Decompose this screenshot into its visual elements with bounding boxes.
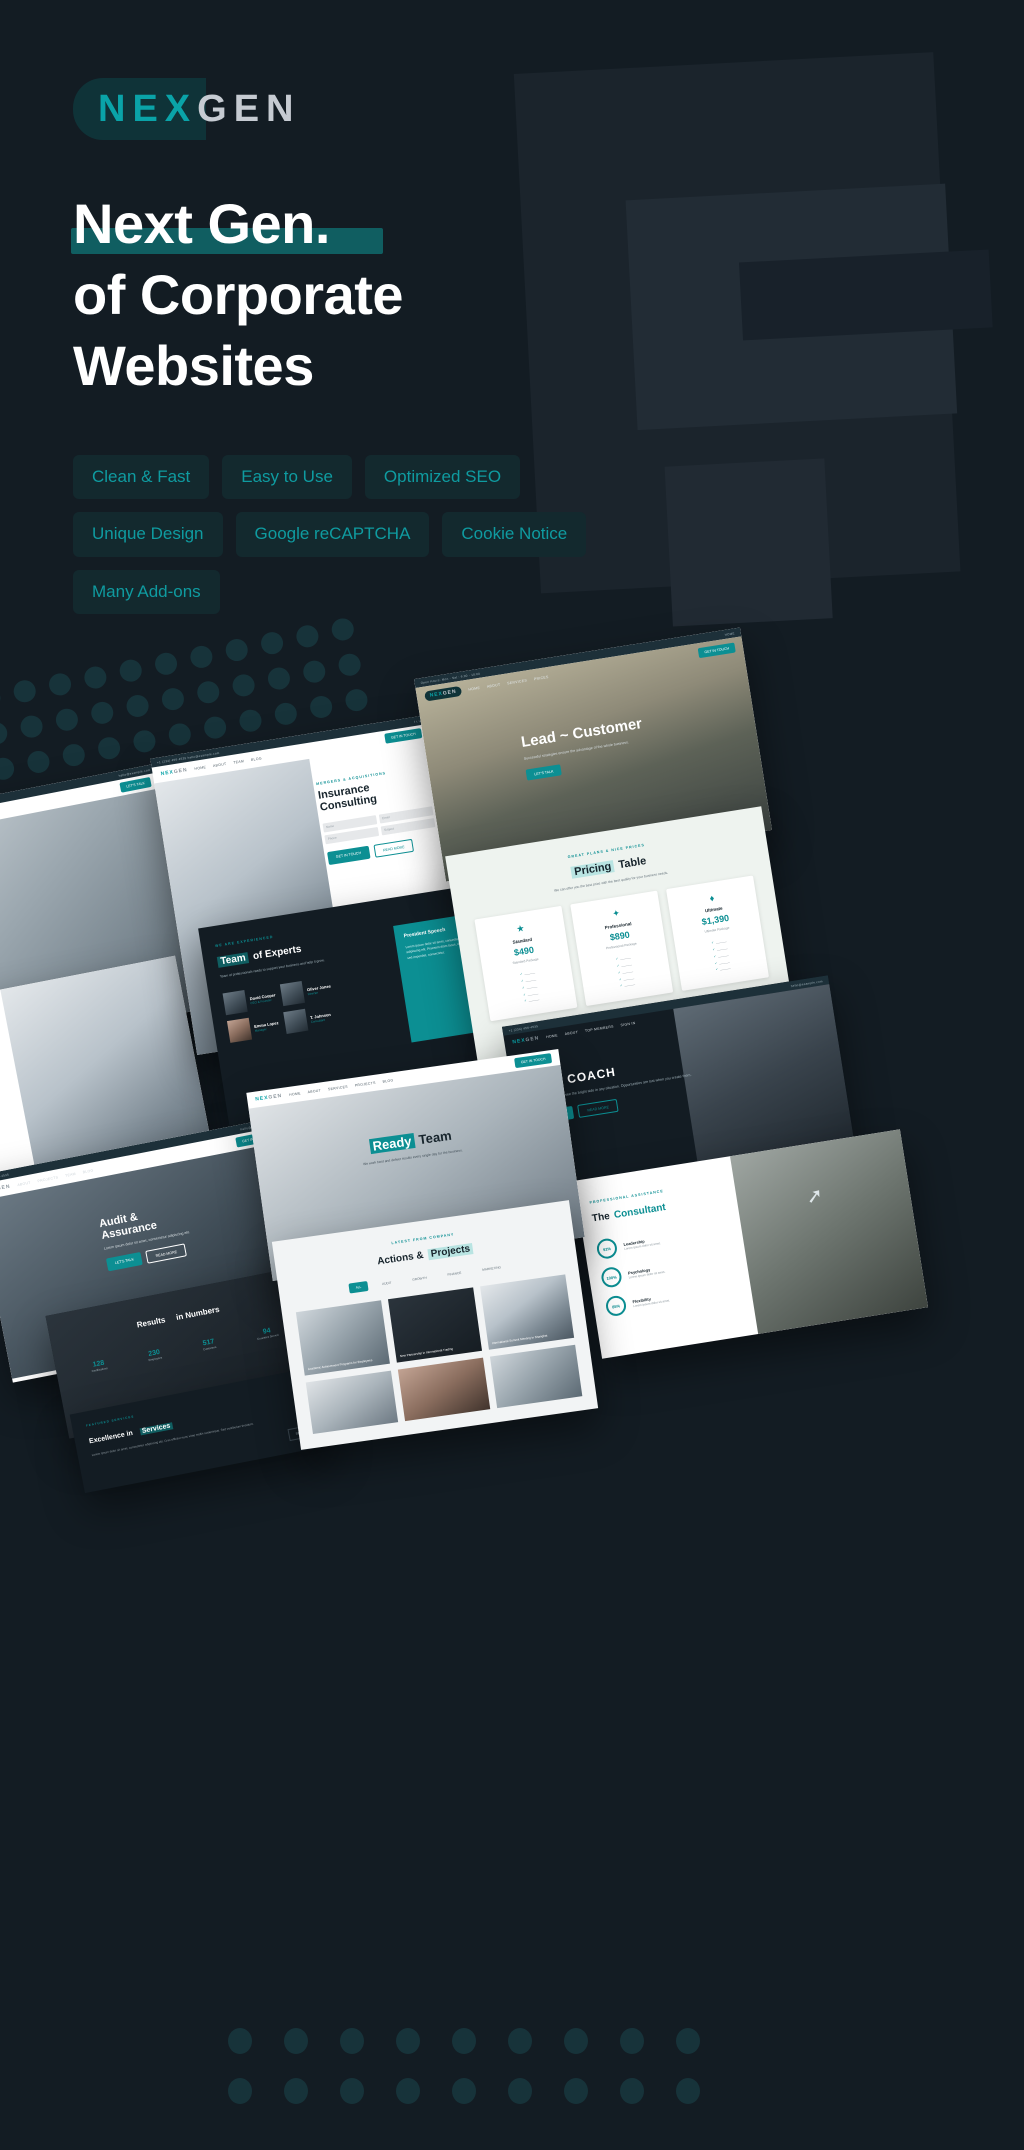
consultant-title-b: Consultant <box>613 1201 667 1221</box>
page-title: Next Gen. of Corporate Websites <box>71 188 633 401</box>
project-card[interactable] <box>489 1344 583 1409</box>
member-card[interactable]: Emma Lopez Manager <box>227 1014 280 1044</box>
consultant-photo: ➚ <box>730 1129 929 1334</box>
project-card[interactable] <box>305 1370 399 1435</box>
results-title-a: Results <box>136 1315 167 1330</box>
skill-ring: 85% <box>604 1294 628 1318</box>
member-card[interactable]: T. Johnson Consultant <box>282 1005 333 1035</box>
experts-title-a: Team <box>216 952 250 968</box>
member-card[interactable]: David Cooper CEO & Founder <box>222 986 278 1016</box>
pricing-plan-standard[interactable]: ★ Standard $490 Standard Package ✓ _____… <box>474 906 578 1022</box>
headline-text-2: of Corporate <box>73 263 404 326</box>
insurance-submit-button[interactable]: GET IN TOUCH <box>327 845 371 866</box>
project-caption: New Partnership in International Trading <box>399 1346 454 1358</box>
project-card[interactable] <box>397 1357 491 1422</box>
mockup-collage: +1 (234) 456-4535hello@example.com NEXGE… <box>0 627 1024 1520</box>
ready-team-title-b: Team <box>417 1127 453 1148</box>
feature-pill-optimized-seo[interactable]: Optimized SEO <box>364 455 521 500</box>
feature-pill-google-recaptcha[interactable]: Google reCAPTCHA <box>235 512 430 557</box>
member-card[interactable]: Oliver Jones Director <box>279 977 333 1007</box>
nav-cta-button[interactable]: GET IN TOUCH <box>697 642 736 659</box>
ready-team-title-a: Ready <box>368 1132 416 1155</box>
skill-ring: 100% <box>600 1265 623 1289</box>
headline-line-3: Websites <box>73 330 633 401</box>
services-title-a: Excellence in <box>88 1429 134 1446</box>
tab-all[interactable]: ALL <box>348 1280 369 1294</box>
pricing-plan-ultimate[interactable]: ♦ Ultimate $1,390 Ultimate Package ✓ ___… <box>666 875 770 991</box>
audit-cta-button[interactable]: LET'S TALK <box>106 1252 144 1272</box>
audit-readmore-button[interactable]: READ MORE <box>145 1243 188 1265</box>
feature-pill-many-addons[interactable]: Many Add-ons <box>73 569 220 615</box>
member-avatar <box>282 1009 309 1035</box>
insurance-readmore-button[interactable]: READ MORE <box>373 838 415 858</box>
headline-text-1: Next Gen. <box>73 192 330 255</box>
member-avatar <box>227 1018 253 1044</box>
services-title-b: Services <box>139 1422 173 1436</box>
project-caption: International Summit Meeting in Shanghai <box>491 1333 548 1346</box>
headline-text-3: Websites <box>73 334 314 397</box>
project-caption: Academic Achievement Programs for Employ… <box>307 1357 373 1371</box>
decorative-dot-grid-bottom <box>228 2028 732 2128</box>
headline-line-1: Next Gen. <box>71 188 633 259</box>
feature-pill-unique-design[interactable]: Unique Design <box>73 512 223 557</box>
mockup-projects[interactable]: LATEST FROM COMPANY Actions & Projects A… <box>271 1200 599 1450</box>
pricing-plan-professional[interactable]: ✦ Professional $890 Professional Package… <box>570 891 674 1007</box>
project-card[interactable]: New Partnership in International Trading <box>387 1287 483 1363</box>
feature-pill-easy-to-use[interactable]: Easy to Use <box>222 455 352 500</box>
tab-marketing[interactable]: MARKETING <box>475 1261 509 1275</box>
feature-pill-clean-fast[interactable]: Clean & Fast <box>73 455 210 500</box>
member-avatar <box>222 990 248 1016</box>
feature-pill-list: Clean & Fast Easy to Use Optimized SEO U… <box>73 455 593 615</box>
logo-nex: NEX <box>98 88 198 130</box>
life-coach-readmore-button[interactable]: READ MORE <box>577 1099 619 1119</box>
promo-page: NEXGEN Next Gen. of Corporate Websites C… <box>0 0 1024 2150</box>
projects-title-b: Projects <box>427 1243 474 1261</box>
project-card[interactable]: Academic Achievement Programs for Employ… <box>295 1300 390 1376</box>
pricing-title-a: Pricing <box>570 860 616 879</box>
tab-growth[interactable]: GROWTH <box>405 1272 435 1286</box>
member-avatar <box>279 981 306 1007</box>
pricing-title-b: Table <box>617 855 648 872</box>
arrow-up-icon: ➚ <box>804 1183 825 1209</box>
experts-title-b: of Experts <box>252 943 303 963</box>
consultant-title-a: The <box>591 1210 611 1225</box>
project-card[interactable]: International Summit Meeting in Shanghai <box>480 1274 575 1350</box>
feature-pill-cookie-notice[interactable]: Cookie Notice <box>442 512 587 557</box>
logo-gen: GEN <box>197 88 301 130</box>
results-title-b: in Numbers <box>175 1304 221 1322</box>
skill-ring: 92% <box>595 1237 619 1261</box>
logo-text: NEXGEN <box>73 78 301 140</box>
headline-line-2: of Corporate <box>73 259 633 330</box>
tab-audit[interactable]: AUDIT <box>374 1277 399 1290</box>
projects-title-a: Actions & <box>376 1249 425 1268</box>
lead-cta-button[interactable]: LET'S TALK <box>525 764 563 781</box>
tab-finance[interactable]: FINANCE <box>440 1267 469 1281</box>
hero-body: and optimize productivity and coordinati… <box>0 924 25 954</box>
brand-logo[interactable]: NEXGEN <box>73 78 301 140</box>
